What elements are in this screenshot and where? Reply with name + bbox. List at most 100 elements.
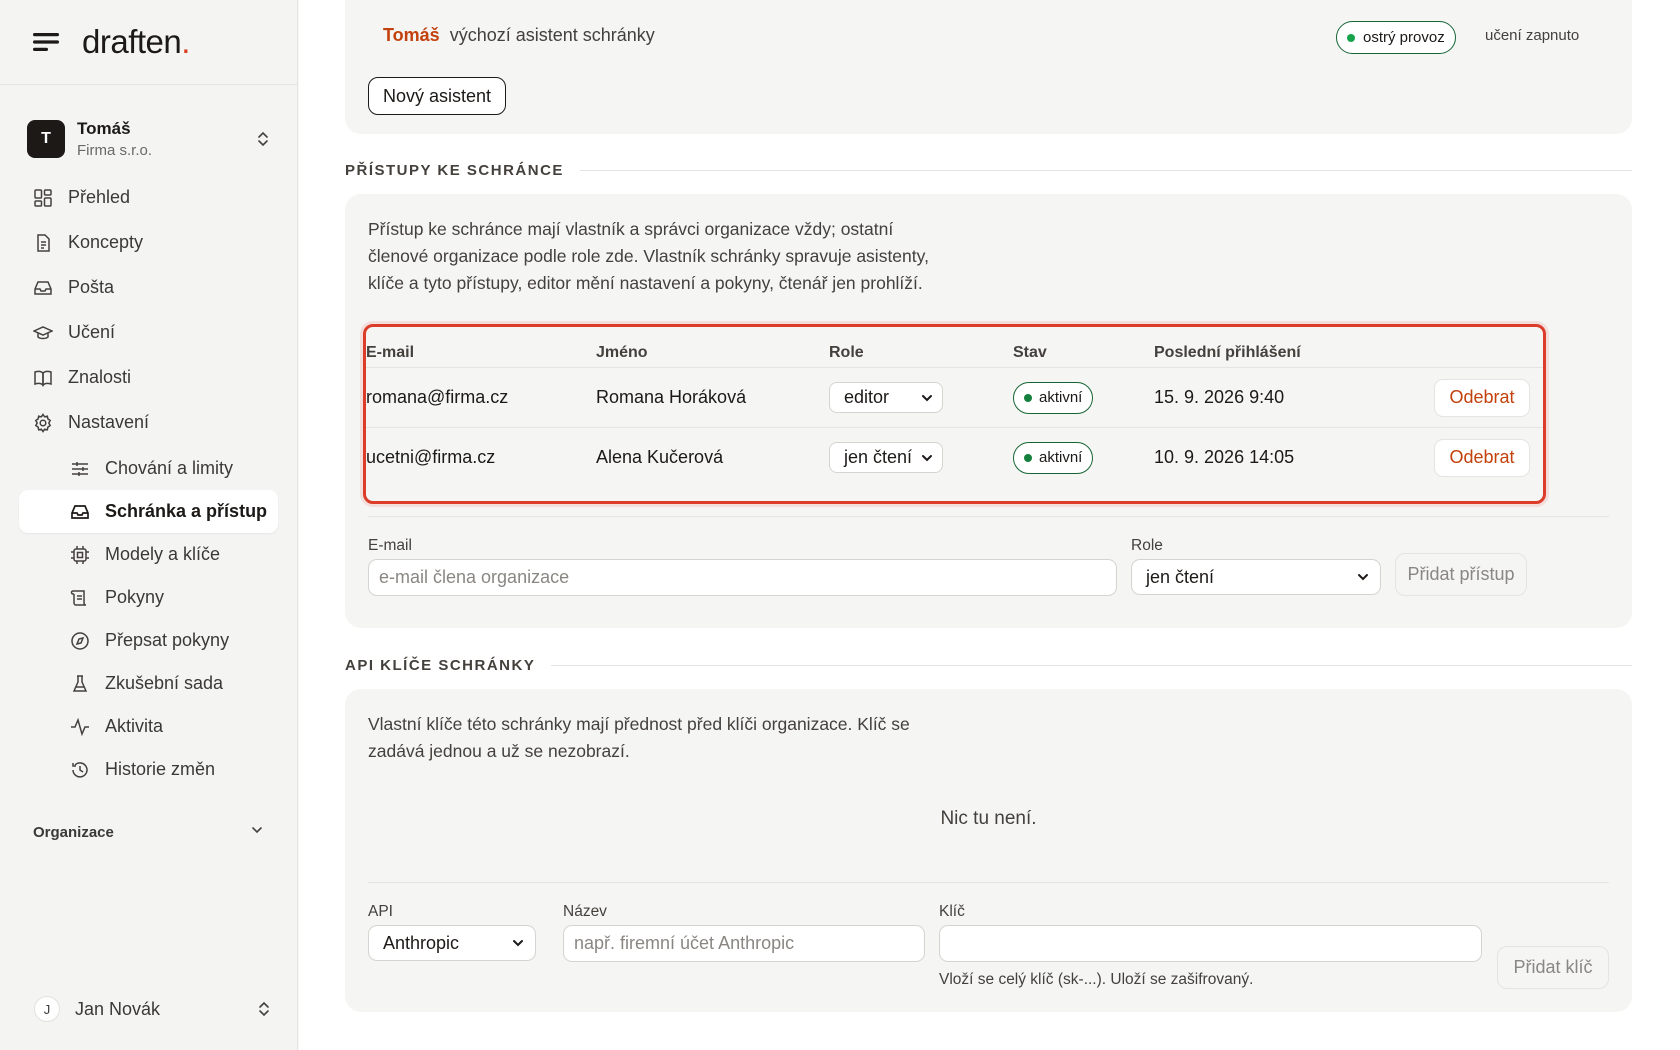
- nav-label: Nastavení: [68, 412, 150, 432]
- divider: [368, 882, 1609, 883]
- key-name-field[interactable]: např. firemní účet Anthropic: [563, 925, 925, 962]
- api-heading-text: API KLÍČE SCHRÁNKY: [345, 657, 536, 674]
- nav-item-prehled[interactable]: Přehled: [0, 175, 297, 220]
- add-key-button[interactable]: Přidat klíč: [1497, 946, 1609, 989]
- nav-label: Přehled: [68, 187, 131, 207]
- chevron-down-icon: [250, 823, 264, 841]
- brand-name: draften: [82, 23, 182, 60]
- nav-item-posta[interactable]: Pošta: [0, 265, 297, 310]
- nav-label: Koncepty: [68, 232, 144, 252]
- key-field[interactable]: [939, 925, 1482, 962]
- email-label: E-mail: [368, 537, 412, 554]
- user-name: Jan Novák: [75, 998, 161, 1019]
- role-select-value: jen čtení: [1146, 566, 1215, 587]
- status-badge: aktivní: [1013, 381, 1094, 414]
- subnav-item-chovani[interactable]: Chování a limity: [0, 447, 297, 490]
- user-menu[interactable]: J Jan Novák: [0, 990, 298, 1028]
- email-placeholder: e-mail člena organizace: [379, 567, 570, 587]
- col-header-email: E-mail: [366, 344, 415, 361]
- scroll-icon: [70, 588, 90, 608]
- main-nav: Přehled Koncepty Pošta Učení Znalosti Na…: [0, 175, 297, 791]
- status-dot-icon: [1024, 393, 1032, 402]
- nav-item-koncepty[interactable]: Koncepty: [0, 220, 297, 265]
- remove-access-button[interactable]: Odebrat: [1434, 438, 1530, 477]
- subnav-item-historie[interactable]: Historie změn: [0, 748, 297, 791]
- chip-icon: [70, 545, 90, 565]
- inbox-icon: [33, 278, 53, 298]
- assistant-name[interactable]: Tomáš: [383, 25, 440, 46]
- account-switcher[interactable]: T Tomáš Firma s.r.o.: [0, 115, 297, 163]
- remove-access-button[interactable]: Odebrat: [1434, 378, 1530, 417]
- col-header-status: Stav: [1013, 344, 1047, 361]
- subnav-item-schranka[interactable]: Schránka a přístup: [19, 490, 278, 533]
- key-name-placeholder: např. firemní účet Anthropic: [574, 933, 795, 953]
- book-icon: [33, 368, 53, 388]
- subnav-item-aktivita[interactable]: Aktivita: [0, 705, 297, 748]
- nav-label: Učení: [68, 322, 116, 342]
- learning-status: učení zapnuto: [1485, 27, 1580, 44]
- nav-item-nastaveni[interactable]: Nastavení: [0, 400, 297, 445]
- subnav-label: Historie změn: [105, 759, 216, 779]
- row-last-login: 10. 9. 2026 14:05: [1154, 447, 1295, 467]
- role-select[interactable]: editor: [829, 382, 943, 413]
- nav-label: Znalosti: [68, 367, 132, 387]
- email-field[interactable]: e-mail člena organizace: [368, 559, 1117, 596]
- col-header-role: Role: [829, 344, 864, 361]
- access-section-heading: PŘÍSTUPY KE SCHRÁNCE: [345, 162, 1632, 179]
- access-table: E-mail Jméno Role Stav Poslední přihláše…: [363, 324, 1546, 504]
- access-card: Přístup ke schránce mají vlastník a sprá…: [345, 194, 1632, 628]
- role-select[interactable]: jen čtení: [829, 442, 943, 473]
- brand-bar: draften.: [0, 0, 297, 85]
- chevron-down-icon: [513, 940, 523, 947]
- chevron-down-icon: [1358, 574, 1368, 581]
- status-badge: aktivní: [1013, 441, 1094, 474]
- row-email: romana@firma.cz: [366, 387, 509, 407]
- subnav-item-modely[interactable]: Modely a klíče: [0, 533, 297, 576]
- divider: [551, 665, 1632, 666]
- key-label: Klíč: [939, 903, 965, 920]
- subnav-item-zkusebni[interactable]: Zkušební sada: [0, 662, 297, 705]
- account-name: Tomáš: [77, 119, 131, 138]
- main-content: Tomáš výchozí asistent schránky ostrý pr…: [299, 0, 1680, 1050]
- assistant-status-label: ostrý provoz: [1363, 29, 1445, 46]
- nav-item-uceni[interactable]: Učení: [0, 310, 297, 355]
- api-provider-select[interactable]: Anthropic: [368, 925, 536, 961]
- chevron-down-icon: [922, 394, 932, 401]
- compass-icon: [70, 631, 90, 651]
- chevron-updown-icon: [256, 999, 272, 1019]
- subnav-item-prepsat[interactable]: Přepsat pokyny: [0, 619, 297, 662]
- access-intro: Přístup ke schránce mají vlastník a sprá…: [368, 219, 929, 293]
- user-avatar: J: [34, 996, 60, 1022]
- org-group-label: Organizace: [33, 823, 114, 841]
- nav-item-znalosti[interactable]: Znalosti: [0, 355, 297, 400]
- status-label: aktivní: [1039, 389, 1083, 406]
- table-row: ucetni@firma.cz Alena Kučerová jen čtení…: [366, 428, 1543, 487]
- subnav-label: Schránka a přístup: [105, 501, 268, 521]
- chevron-updown-icon: [255, 129, 271, 149]
- history-icon: [70, 760, 90, 780]
- row-last-login: 15. 9. 2026 9:40: [1154, 387, 1285, 407]
- row-email: ucetni@firma.cz: [366, 447, 496, 467]
- brand-logo[interactable]: draften.: [82, 23, 190, 61]
- api-label: API: [368, 903, 393, 920]
- brand-dot: .: [181, 23, 190, 60]
- menu-icon[interactable]: [32, 28, 60, 56]
- role-select[interactable]: jen čtení: [1131, 559, 1381, 595]
- divider: [579, 170, 1632, 171]
- api-section-heading: API KLÍČE SCHRÁNKY: [345, 657, 1632, 674]
- add-access-button[interactable]: Přidat přístup: [1395, 553, 1527, 596]
- status-dot-icon: [1347, 33, 1355, 42]
- account-avatar: T: [27, 120, 65, 158]
- document-icon: [33, 233, 53, 253]
- col-header-name: Jméno: [596, 344, 648, 361]
- role-select-value: editor: [844, 387, 890, 407]
- new-assistant-button[interactable]: Nový asistent: [368, 77, 507, 115]
- api-keys-card: Vlastní klíče této schránky mají přednos…: [345, 689, 1632, 1012]
- name-label: Název: [563, 903, 607, 920]
- subnav-label: Pokyny: [105, 587, 165, 607]
- subnav-item-pokyny[interactable]: Pokyny: [0, 576, 297, 619]
- inbox-icon: [70, 502, 90, 522]
- org-group-toggle[interactable]: Organizace: [0, 817, 297, 847]
- assistant-desc: výchozí asistent schránky: [449, 25, 655, 45]
- gear-icon: [33, 412, 53, 433]
